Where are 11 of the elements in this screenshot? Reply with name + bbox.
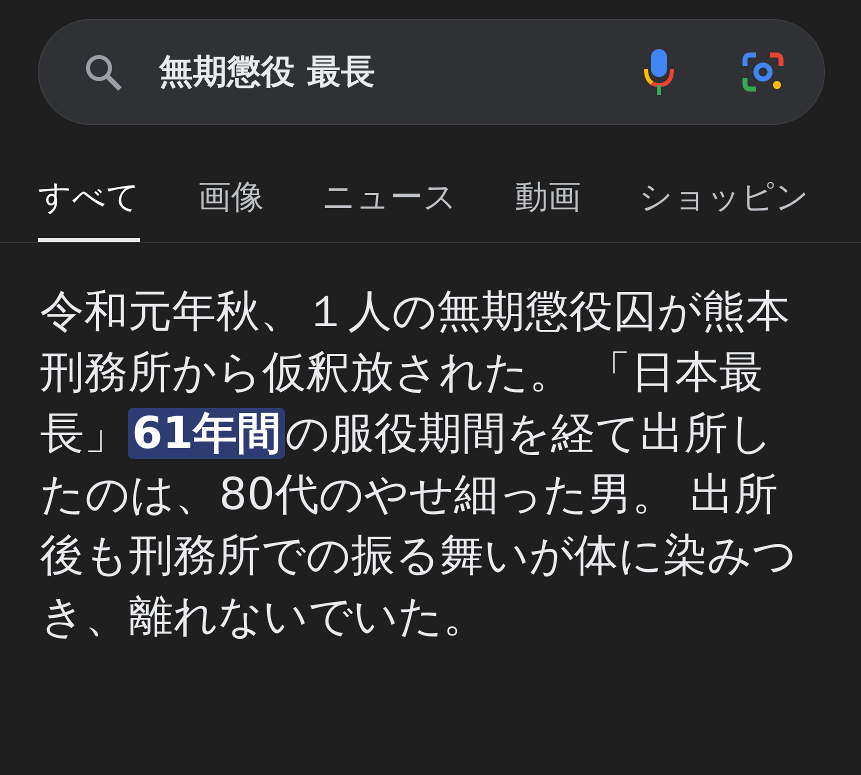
- snippet-text: 令和元年秋、１人の無期懲役囚が熊本刑務所から仮釈放された。 「日本最長」61年間の服役期間を経て出所したのは、80代のやせ細った男。 出所後も刑務所での振る舞いが体に染みつき、離れないでいた。: [40, 285, 798, 644]
- tab[interactable]: ニュース: [322, 169, 457, 242]
- microphone-icon[interactable]: [644, 49, 674, 95]
- search-field[interactable]: 無期懲役 最長: [38, 19, 825, 125]
- tab[interactable]: 動画: [515, 169, 581, 242]
- tab[interactable]: 画像: [198, 169, 264, 242]
- search-query: 無期懲役 最長: [159, 51, 376, 94]
- tab[interactable]: ショッピン: [639, 169, 809, 242]
- camera-icon[interactable]: [742, 52, 784, 92]
- search-icon: [83, 52, 123, 92]
- tab[interactable]: すべて: [38, 169, 140, 242]
